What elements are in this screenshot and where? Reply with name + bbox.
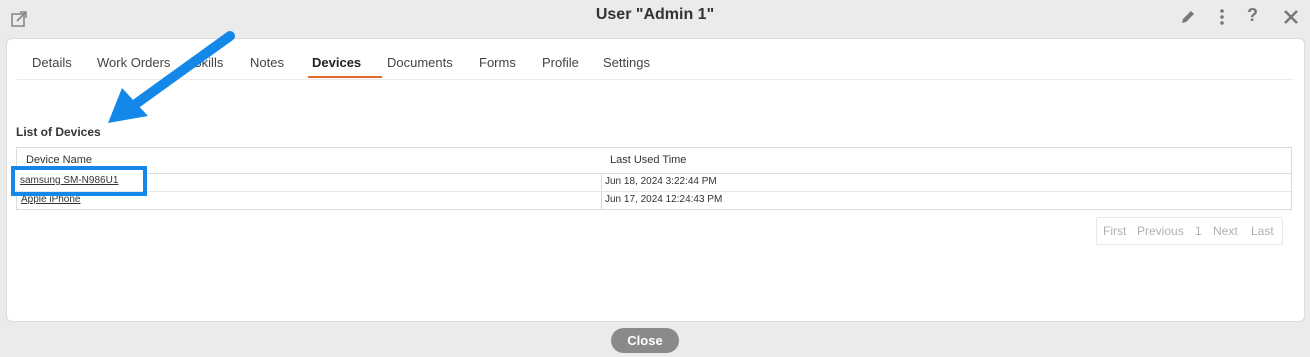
edit-icon[interactable] (1179, 8, 1197, 26)
tab-forms[interactable]: Forms (479, 55, 516, 70)
pager-first[interactable]: First (1103, 224, 1126, 238)
pager-previous[interactable]: Previous (1137, 224, 1184, 238)
last-used-time: Jun 17, 2024 12:24:43 PM (605, 194, 723, 205)
tab-bar: Details Work Orders Skills Notes Devices… (17, 39, 1294, 80)
tab-settings[interactable]: Settings (603, 55, 650, 70)
table-row[interactable]: samsung SM-N986U1 Jun 18, 2024 3:22:44 P… (17, 174, 1291, 192)
table-row[interactable]: Apple iPhone Jun 17, 2024 12:24:43 PM (17, 192, 1291, 209)
devices-table: Device Name Last Used Time samsung SM-N9… (16, 147, 1292, 210)
pagination: First Previous 1 Next Last (1096, 217, 1283, 245)
pager-last[interactable]: Last (1251, 224, 1274, 238)
tab-profile[interactable]: Profile (542, 55, 579, 70)
annotation-highlight-box (11, 166, 147, 196)
table-header: Device Name Last Used Time (17, 148, 1291, 174)
tab-skills[interactable]: Skills (193, 55, 223, 70)
dialog-panel: Details Work Orders Skills Notes Devices… (6, 38, 1305, 322)
pager-page[interactable]: 1 (1195, 224, 1202, 238)
column-header-last-used-time[interactable]: Last Used Time (610, 154, 686, 166)
tab-details[interactable]: Details (32, 55, 72, 70)
title-bar: User "Admin 1" ? (0, 0, 1310, 36)
section-title: List of Devices (16, 125, 101, 139)
close-button[interactable]: Close (611, 328, 679, 353)
more-icon[interactable] (1213, 8, 1231, 26)
tab-notes[interactable]: Notes (250, 55, 284, 70)
last-used-time: Jun 18, 2024 3:22:44 PM (605, 176, 717, 187)
close-icon[interactable] (1282, 8, 1300, 26)
help-icon[interactable]: ? (1247, 5, 1265, 25)
pager-next[interactable]: Next (1213, 224, 1238, 238)
column-header-device-name[interactable]: Device Name (26, 154, 92, 166)
tab-work-orders[interactable]: Work Orders (97, 55, 170, 70)
active-tab-indicator (308, 76, 382, 78)
tab-devices[interactable]: Devices (312, 55, 361, 70)
dialog-title: User "Admin 1" (595, 6, 715, 23)
tab-documents[interactable]: Documents (387, 55, 453, 70)
